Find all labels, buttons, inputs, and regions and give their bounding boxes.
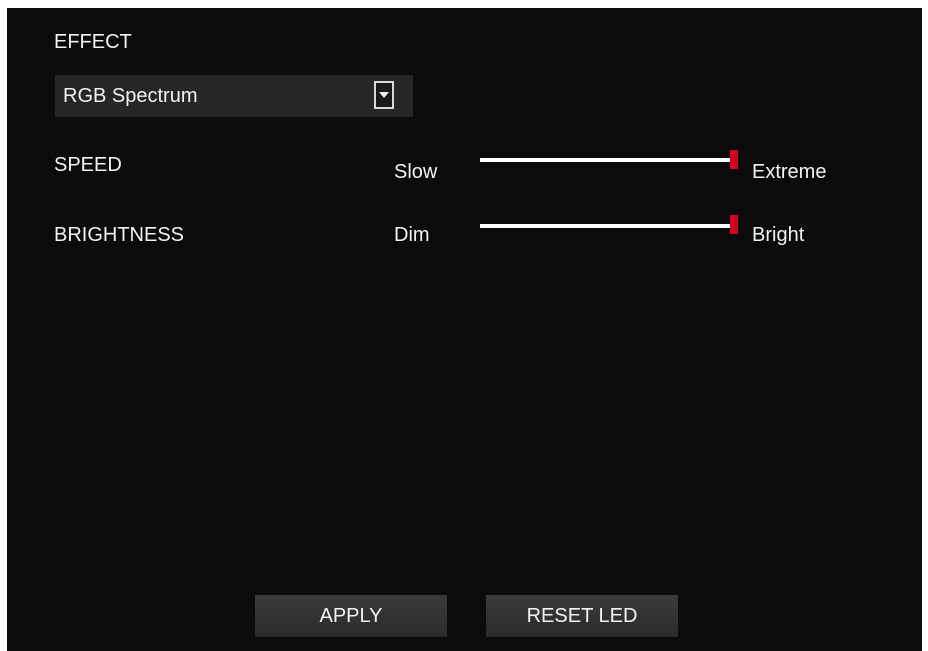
speed-label: SPEED — [54, 154, 122, 176]
speed-slider-track[interactable] — [480, 158, 734, 162]
apply-button[interactable]: APPLY — [255, 595, 447, 637]
speed-min-label: Slow — [394, 161, 438, 183]
effect-selected-value: RGB Spectrum — [63, 85, 198, 107]
brightness-min-label: Dim — [394, 224, 430, 246]
brightness-slider-thumb[interactable] — [730, 215, 738, 234]
speed-slider-thumb[interactable] — [730, 150, 738, 169]
speed-max-label: Extreme — [752, 161, 827, 183]
led-settings-panel: EFFECT RGB Spectrum SPEED Slow Extreme B… — [7, 8, 922, 651]
brightness-slider-track[interactable] — [480, 224, 734, 228]
reset-led-button[interactable]: RESET LED — [486, 595, 678, 637]
brightness-label: BRIGHTNESS — [54, 224, 185, 246]
effect-dropdown[interactable]: RGB Spectrum — [55, 75, 413, 117]
chevron-down-icon[interactable] — [374, 81, 394, 109]
brightness-max-label: Bright — [752, 224, 805, 246]
effect-label: EFFECT — [54, 31, 132, 53]
